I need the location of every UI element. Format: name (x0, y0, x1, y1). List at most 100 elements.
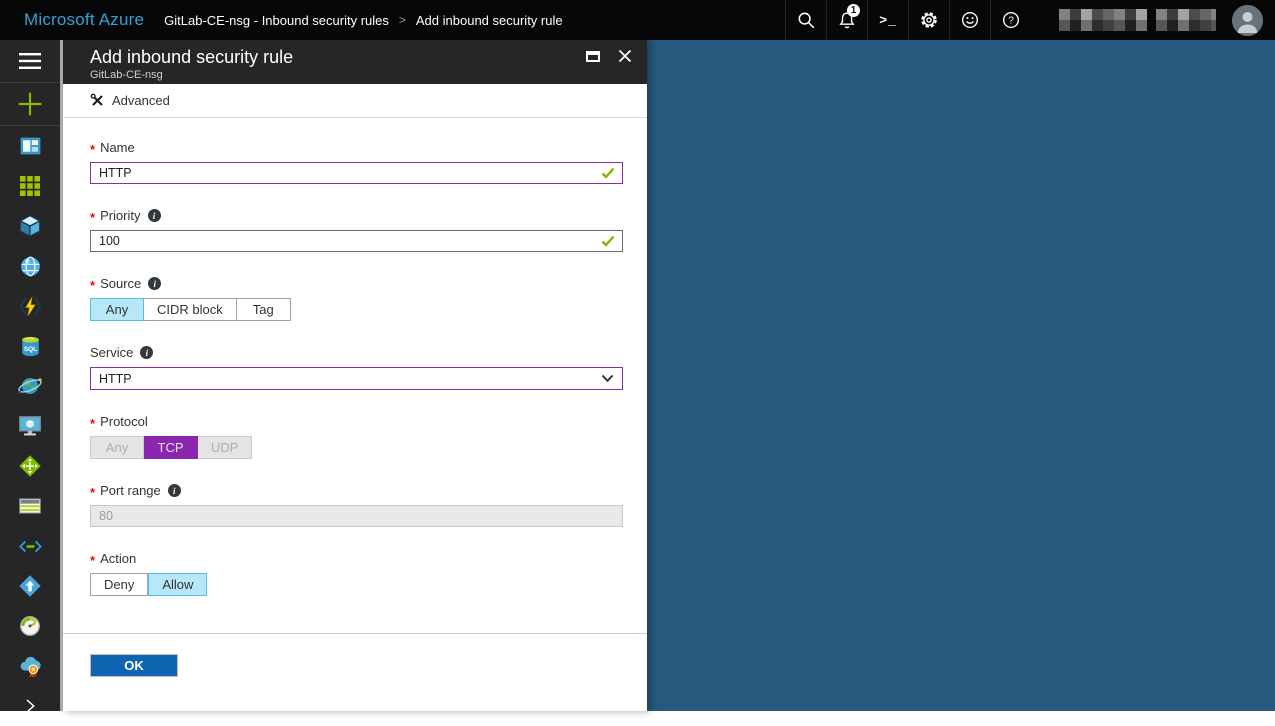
close-button[interactable] (617, 49, 633, 63)
required-marker: * (90, 416, 95, 431)
breadcrumb: GitLab-CE-nsg - Inbound security rules >… (164, 13, 562, 28)
ok-button[interactable]: OK (90, 654, 178, 677)
cube-icon (17, 213, 43, 239)
protocol-option-tcp: TCP (144, 436, 198, 459)
user-avatar[interactable] (1232, 5, 1263, 36)
sidebar-item-resource-groups[interactable] (0, 206, 60, 246)
redacted-block (1156, 9, 1216, 31)
smiley-icon (959, 9, 981, 31)
dashboard-icon (18, 134, 43, 159)
grid-icon (18, 174, 42, 198)
service-field-group: Service i HTTP (90, 345, 622, 390)
service-label: Service (90, 345, 133, 360)
source-option-any[interactable]: Any (90, 298, 144, 321)
plus-icon (17, 91, 43, 117)
breadcrumb-separator-icon: > (399, 13, 406, 27)
sidebar-item-load-balancers[interactable] (0, 446, 60, 486)
sidebar-item-function-apps[interactable] (0, 286, 60, 326)
action-label: Action (100, 551, 136, 566)
priority-input[interactable]: 100 (90, 230, 623, 252)
info-icon[interactable]: i (148, 209, 161, 222)
required-marker: * (90, 142, 95, 157)
action-field-group: * Action Deny Allow (90, 551, 622, 596)
feedback-button[interactable] (949, 0, 990, 40)
required-marker: * (90, 210, 95, 225)
redacted-block (1059, 9, 1147, 31)
priority-field-group: * Priority i 100 (90, 208, 622, 252)
blade-title: Add inbound security rule (90, 46, 633, 68)
name-field-group: * Name HTTP (90, 140, 622, 184)
load-balancer-icon (17, 453, 43, 479)
breadcrumb-item-nsg[interactable]: GitLab-CE-nsg - Inbound security rules (164, 13, 389, 28)
required-marker: * (90, 485, 95, 500)
priority-label: Priority (100, 208, 140, 223)
sidebar-item-virtual-machines[interactable] (0, 406, 60, 446)
notifications-button[interactable]: 1 (826, 0, 867, 40)
sql-database-icon: SQL (18, 334, 43, 359)
name-input[interactable]: HTTP (90, 162, 623, 184)
cloud-shell-button[interactable]: >_ (867, 0, 908, 40)
blade-content: * Name HTTP * Priority i 100 (63, 118, 647, 633)
priority-value: 100 (99, 234, 120, 248)
svg-text:SQL: SQL (23, 345, 36, 352)
port-range-label: Port range (100, 483, 161, 498)
blade-subtitle: GitLab-CE-nsg (90, 69, 633, 81)
azure-logo[interactable]: Microsoft Azure (24, 10, 144, 30)
protocol-option-any: Any (90, 436, 144, 459)
sidebar-item-virtual-networks[interactable] (0, 526, 60, 566)
sidebar-item-monitor[interactable] (0, 606, 60, 646)
info-icon[interactable]: i (168, 484, 181, 497)
sidebar-item-azure-cosmos-db[interactable] (0, 366, 60, 406)
action-option-allow[interactable]: Allow (148, 573, 207, 596)
valid-checkmark-icon (601, 235, 615, 247)
advanced-button[interactable]: Advanced (90, 93, 170, 108)
action-toggle-group: Deny Allow (90, 573, 622, 596)
protocol-field-group: * Protocol Any TCP UDP (90, 414, 622, 459)
sidebar-item-sql-databases[interactable]: SQL (0, 326, 60, 366)
sidebar-item-expand[interactable] (0, 686, 60, 726)
topbar-actions: 1 >_ ? (785, 0, 1275, 40)
maximize-icon (586, 51, 600, 62)
breadcrumb-item-add-rule: Add inbound security rule (416, 13, 563, 28)
source-toggle-group: Any CIDR block Tag (90, 298, 622, 321)
source-option-tag[interactable]: Tag (237, 298, 291, 321)
help-icon: ? (1000, 9, 1022, 31)
source-label: Source (100, 276, 141, 291)
blade-footer: OK (63, 633, 647, 711)
search-button[interactable] (785, 0, 826, 40)
sidebar-item-new[interactable] (0, 83, 60, 126)
topbar: Microsoft Azure GitLab-CE-nsg - Inbound … (0, 0, 1275, 40)
sidebar-item-azure-active-directory[interactable] (0, 566, 60, 606)
help-button[interactable]: ? (990, 0, 1031, 40)
monitor-gauge-icon (17, 613, 43, 639)
maximize-button[interactable] (585, 49, 601, 63)
service-dropdown[interactable]: HTTP (90, 367, 623, 390)
settings-button[interactable] (908, 0, 949, 40)
valid-checkmark-icon (601, 167, 615, 179)
hamburger-icon (18, 52, 42, 70)
virtual-machine-icon (17, 413, 43, 439)
sidebar-item-storage-accounts[interactable] (0, 486, 60, 526)
source-option-cidr-block[interactable]: CIDR block (144, 298, 237, 321)
source-field-group: * Source i Any CIDR block Tag (90, 276, 622, 321)
info-icon[interactable]: i (140, 346, 153, 359)
storage-icon (17, 493, 43, 519)
sidebar-item-advisor[interactable] (0, 646, 60, 686)
portal-backdrop (647, 40, 1275, 711)
sidebar-item-menu[interactable] (0, 40, 60, 83)
sidebar-item-dashboard[interactable] (0, 126, 60, 166)
blade-scrollbar[interactable] (60, 40, 63, 711)
active-directory-icon (17, 573, 43, 599)
sidebar-item-app-services[interactable] (0, 246, 60, 286)
required-marker: * (90, 278, 95, 293)
close-icon (618, 49, 632, 63)
blade-header: Add inbound security rule GitLab-CE-nsg (63, 40, 647, 84)
left-nav: SQL (0, 40, 60, 711)
sidebar-item-all-resources[interactable] (0, 166, 60, 206)
name-value: HTTP (99, 166, 132, 180)
info-icon[interactable]: i (148, 277, 161, 290)
user-name-redacted (1059, 9, 1216, 31)
search-icon (795, 9, 817, 31)
chevron-right-icon (21, 697, 39, 715)
action-option-deny[interactable]: Deny (90, 573, 148, 596)
